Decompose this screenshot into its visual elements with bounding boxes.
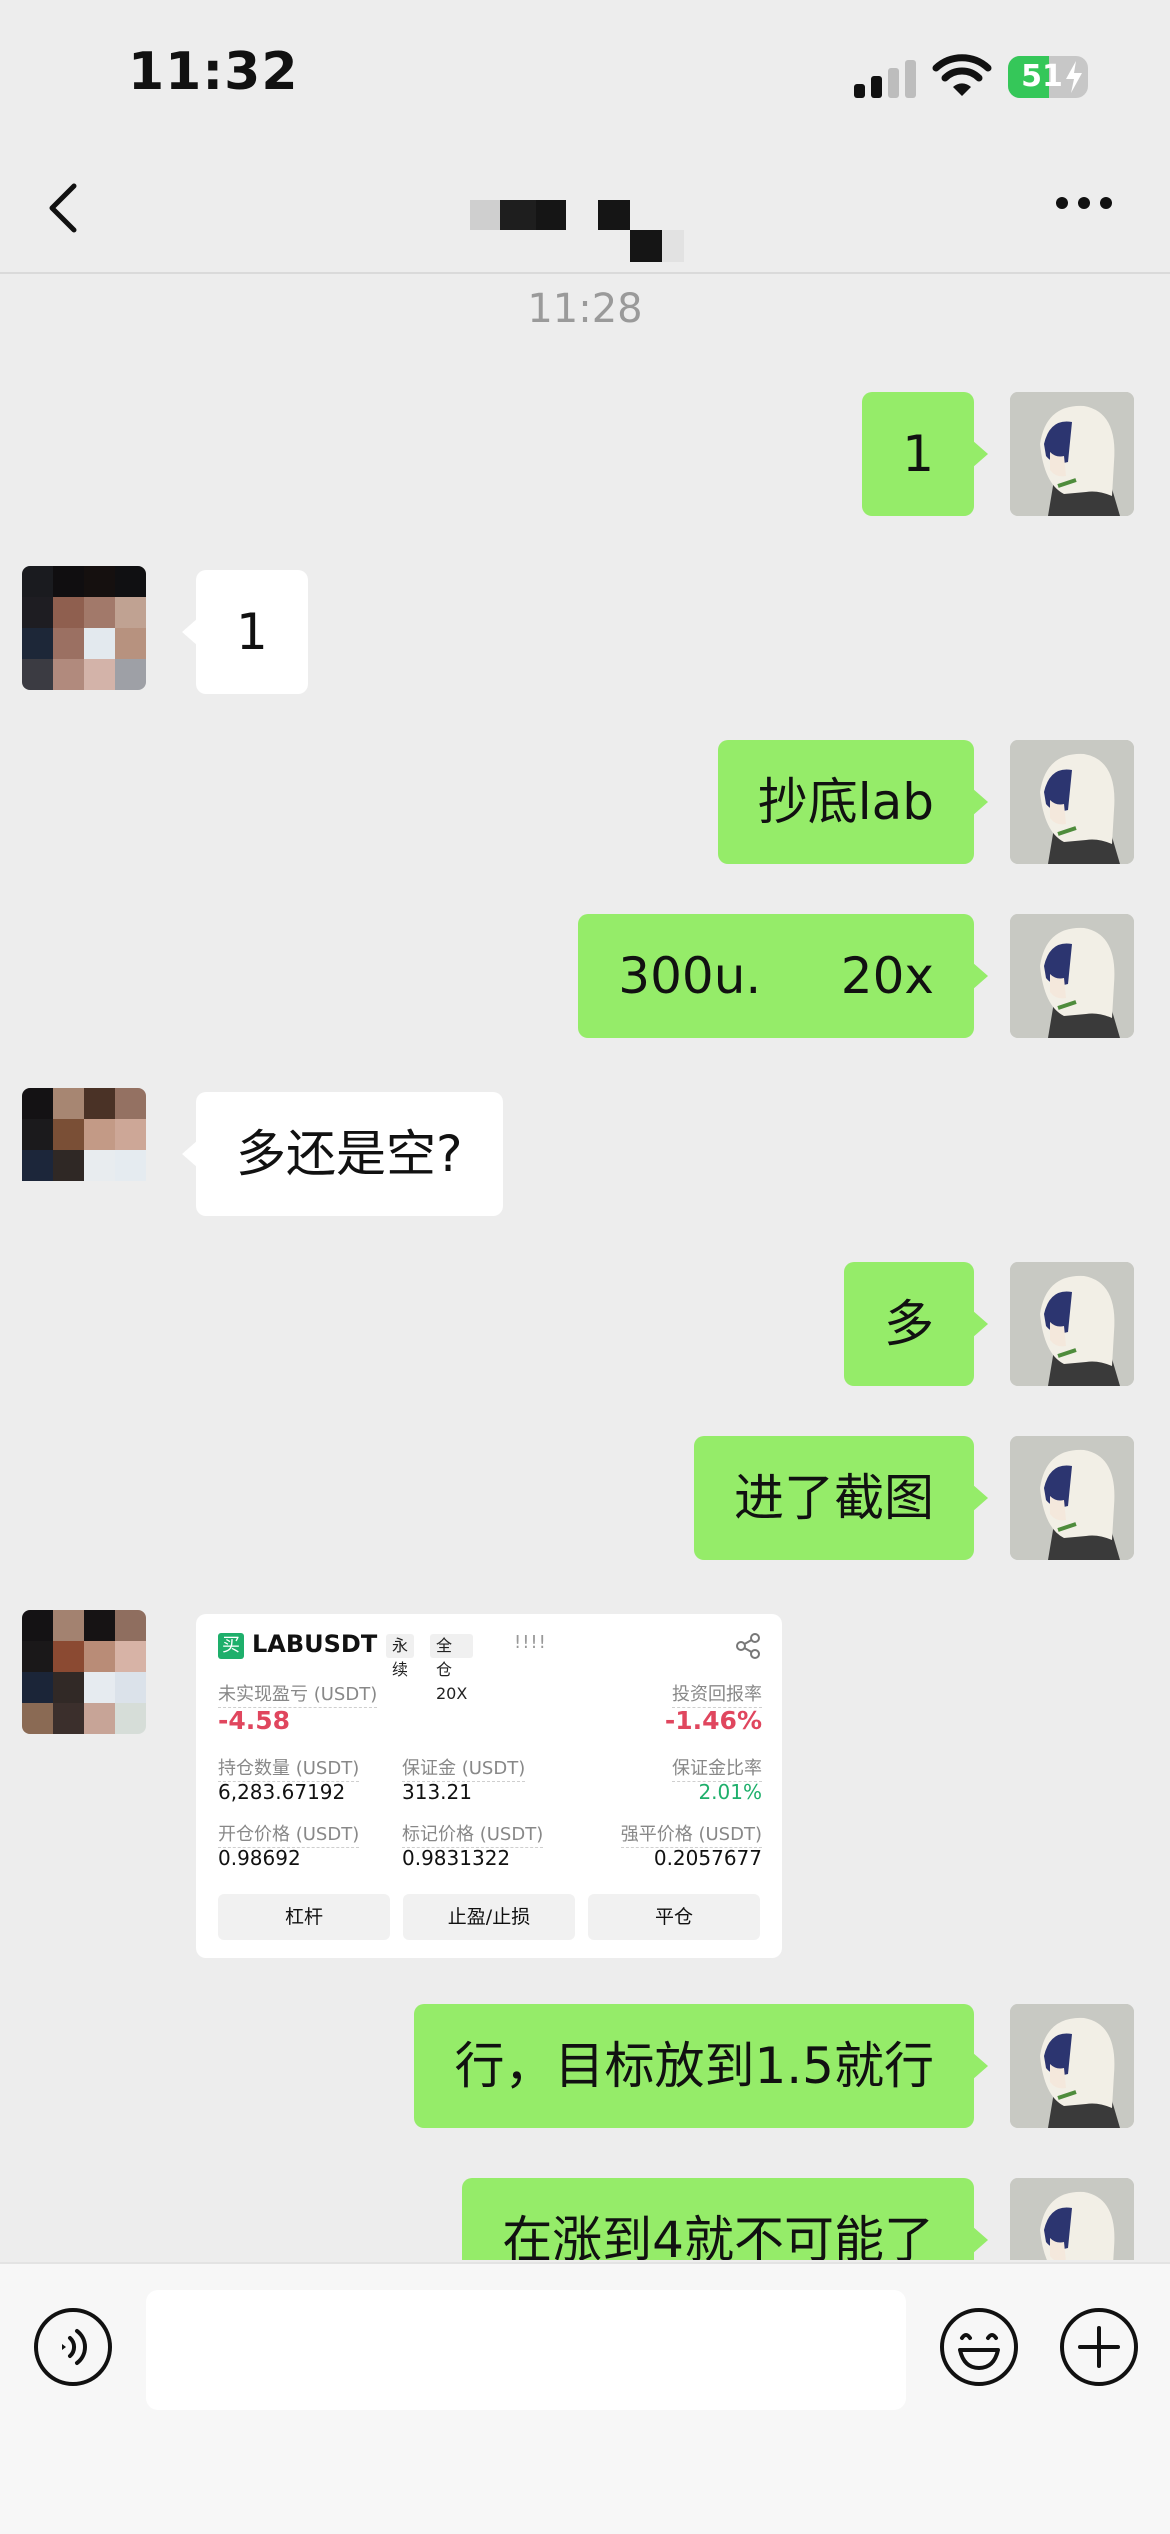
message-text-input[interactable] xyxy=(146,2290,906,2410)
status-time: 11:32 xyxy=(128,42,299,102)
contact-avatar-pixelated[interactable] xyxy=(22,1610,146,1734)
close-position-button: 平仓 xyxy=(588,1894,760,1940)
message-list[interactable]: 11:28 1 1 抄底lab 300u. 20x 多还是空? 多 进了截图 买… xyxy=(0,274,1170,2260)
liquidation-price-value: 0.2057677 xyxy=(653,1846,762,1870)
hooded-character-icon xyxy=(1010,740,1134,864)
position-size-value: 6,283.67192 xyxy=(218,1780,346,1804)
contact-avatar-pixelated[interactable] xyxy=(22,566,146,690)
my-avatar[interactable] xyxy=(1010,392,1134,516)
margin-ratio-value: 2.01% xyxy=(698,1780,762,1804)
message-bubble[interactable]: 在涨到4就不可能了 xyxy=(462,2178,988,2260)
emoji-icon[interactable] xyxy=(938,2306,1020,2388)
contact-avatar-pixelated[interactable] xyxy=(22,1088,146,1212)
my-avatar[interactable] xyxy=(1010,914,1134,1038)
entry-price-value: 0.98692 xyxy=(218,1846,301,1870)
margin-mode-pill: 全仓 20X xyxy=(430,1634,474,1703)
tp-sl-button: 止盈/止损 xyxy=(403,1894,575,1940)
message-bubble[interactable]: 1 xyxy=(182,570,308,694)
margin-ratio-label: 保证金比率 xyxy=(672,1754,762,1782)
margin-value: 313.21 xyxy=(402,1780,472,1804)
message-bubble[interactable]: 多 xyxy=(844,1262,988,1386)
charging-bolt-icon xyxy=(1066,61,1082,93)
contact-name-pixelated[interactable] xyxy=(470,170,700,262)
message-bubble[interactable]: 进了截图 xyxy=(694,1436,988,1560)
message-bubble[interactable]: 300u. 20x xyxy=(578,914,988,1038)
cellular-signal-icon xyxy=(854,58,916,98)
my-avatar[interactable] xyxy=(1010,2178,1134,2260)
mark-price-value: 0.9831322 xyxy=(402,1846,511,1870)
entry-price-label: 开仓价格 (USDT) xyxy=(218,1820,360,1848)
voice-input-icon[interactable] xyxy=(32,2306,114,2388)
leverage-button: 杠杆 xyxy=(218,1894,390,1940)
message-bubble[interactable]: 多还是空? xyxy=(182,1092,503,1216)
more-actions-plus-icon[interactable] xyxy=(1058,2306,1140,2388)
wifi-icon xyxy=(932,54,992,96)
trading-pair: LABUSDT xyxy=(252,1630,378,1658)
unrealized-pnl-value: -4.58 xyxy=(218,1706,291,1735)
roi-label: 投资回报率 xyxy=(672,1680,762,1708)
liquidation-price-label: 强平价格 (USDT) xyxy=(620,1820,762,1848)
margin-label: 保证金 (USDT) xyxy=(402,1754,526,1782)
message-input-bar xyxy=(0,2262,1170,2534)
message-bubble[interactable]: 抄底lab xyxy=(717,740,989,864)
message-bubble[interactable]: 行，目标放到1.5就行 xyxy=(414,2004,988,2128)
more-options-icon[interactable] xyxy=(1054,194,1114,214)
hooded-character-icon xyxy=(1010,2178,1134,2260)
chat-header xyxy=(0,140,1170,274)
my-avatar[interactable] xyxy=(1010,740,1134,864)
unrealized-pnl-label: 未实现盈亏 (USDT) xyxy=(218,1680,378,1708)
side-tag: 买 xyxy=(218,1633,244,1659)
message-bubble[interactable]: 1 xyxy=(862,392,988,516)
share-icon xyxy=(736,1633,760,1659)
position-size-label: 持仓数量 (USDT) xyxy=(218,1754,360,1782)
status-bar: 11:32 51 xyxy=(0,0,1170,140)
contract-type-pill: 永续 xyxy=(386,1634,415,1679)
hooded-character-icon xyxy=(1010,914,1134,1038)
my-avatar[interactable] xyxy=(1010,2004,1134,2128)
my-avatar[interactable] xyxy=(1010,1262,1134,1386)
position-screenshot-card[interactable]: 买 LABUSDT 永续 全仓 20X !!!! 未实现盈亏 (USDT) -4… xyxy=(196,1614,782,1958)
back-icon[interactable] xyxy=(40,178,90,238)
roi-value: -1.46% xyxy=(664,1706,762,1735)
my-avatar[interactable] xyxy=(1010,1436,1134,1560)
hooded-character-icon xyxy=(1010,2004,1134,2128)
adl-indicator: !!!! xyxy=(514,1632,547,1653)
mark-price-label: 标记价格 (USDT) xyxy=(402,1820,544,1848)
hooded-character-icon xyxy=(1010,1262,1134,1386)
message-timestamp: 11:28 xyxy=(527,286,643,332)
hooded-character-icon xyxy=(1010,1436,1134,1560)
battery-icon: 51 xyxy=(1008,56,1088,98)
hooded-character-icon xyxy=(1010,392,1134,516)
